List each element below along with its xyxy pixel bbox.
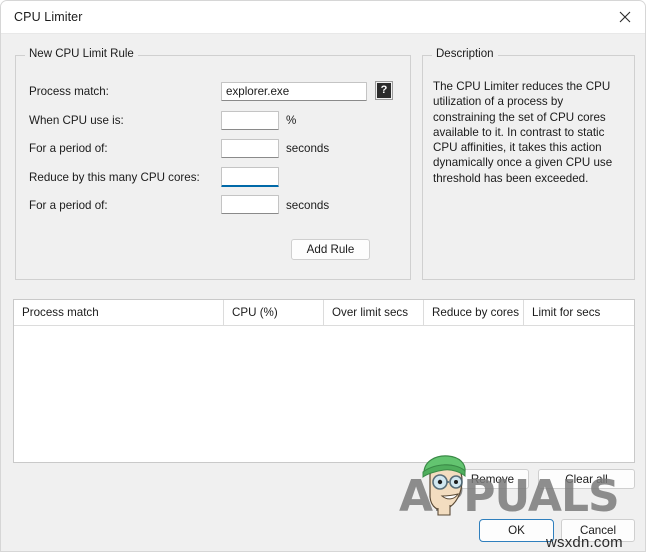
label-process-match: Process match: <box>29 85 109 98</box>
rules-list-body[interactable] <box>14 326 634 462</box>
period-over-limit-input[interactable] <box>221 139 279 158</box>
column-header-reduce-by-cores[interactable]: Reduce by cores <box>424 300 524 326</box>
close-icon[interactable] <box>602 1 646 33</box>
unit-seconds-limit: seconds <box>286 199 329 212</box>
column-header-cpu-percent[interactable]: CPU (%) <box>224 300 324 326</box>
process-match-input[interactable] <box>221 82 367 101</box>
cpu-use-input[interactable] <box>221 111 279 130</box>
appuals-watermark: APPUALS <box>399 453 646 525</box>
title-bar: CPU Limiter <box>1 1 646 34</box>
add-rule-button[interactable]: Add Rule <box>291 239 370 260</box>
help-icon[interactable]: ? <box>376 82 392 99</box>
label-cpu-use: When CPU use is: <box>29 114 124 127</box>
rules-list-view[interactable]: Process match CPU (%) Over limit secs Re… <box>13 299 635 463</box>
description-text: The CPU Limiter reduces the CPU utilizat… <box>433 79 613 186</box>
ok-button[interactable]: OK <box>479 519 554 542</box>
cpu-limiter-dialog: CPU Limiter New CPU Limit Rule Process m… <box>0 0 646 552</box>
window-title: CPU Limiter <box>14 10 82 24</box>
label-period-limit: For a period of: <box>29 199 108 212</box>
new-rule-legend: New CPU Limit Rule <box>25 48 138 60</box>
label-reduce-cores: Reduce by this many CPU cores: <box>29 171 200 184</box>
unit-seconds-over-limit: seconds <box>286 142 329 155</box>
cancel-button[interactable]: Cancel <box>561 519 635 542</box>
column-header-over-limit-secs[interactable]: Over limit secs <box>324 300 424 326</box>
column-header-process-match[interactable]: Process match <box>14 300 224 326</box>
description-legend: Description <box>432 48 498 60</box>
column-header-limit-for-secs[interactable]: Limit for secs <box>524 300 634 326</box>
label-period-over-limit: For a period of: <box>29 142 108 155</box>
period-limit-input[interactable] <box>221 195 279 214</box>
reduce-cores-input[interactable] <box>221 167 279 187</box>
unit-percent: % <box>286 114 296 127</box>
rules-list-header: Process match CPU (%) Over limit secs Re… <box>14 300 634 326</box>
clear-all-button[interactable]: Clear all <box>538 469 635 489</box>
remove-button[interactable]: Remove <box>456 469 529 489</box>
